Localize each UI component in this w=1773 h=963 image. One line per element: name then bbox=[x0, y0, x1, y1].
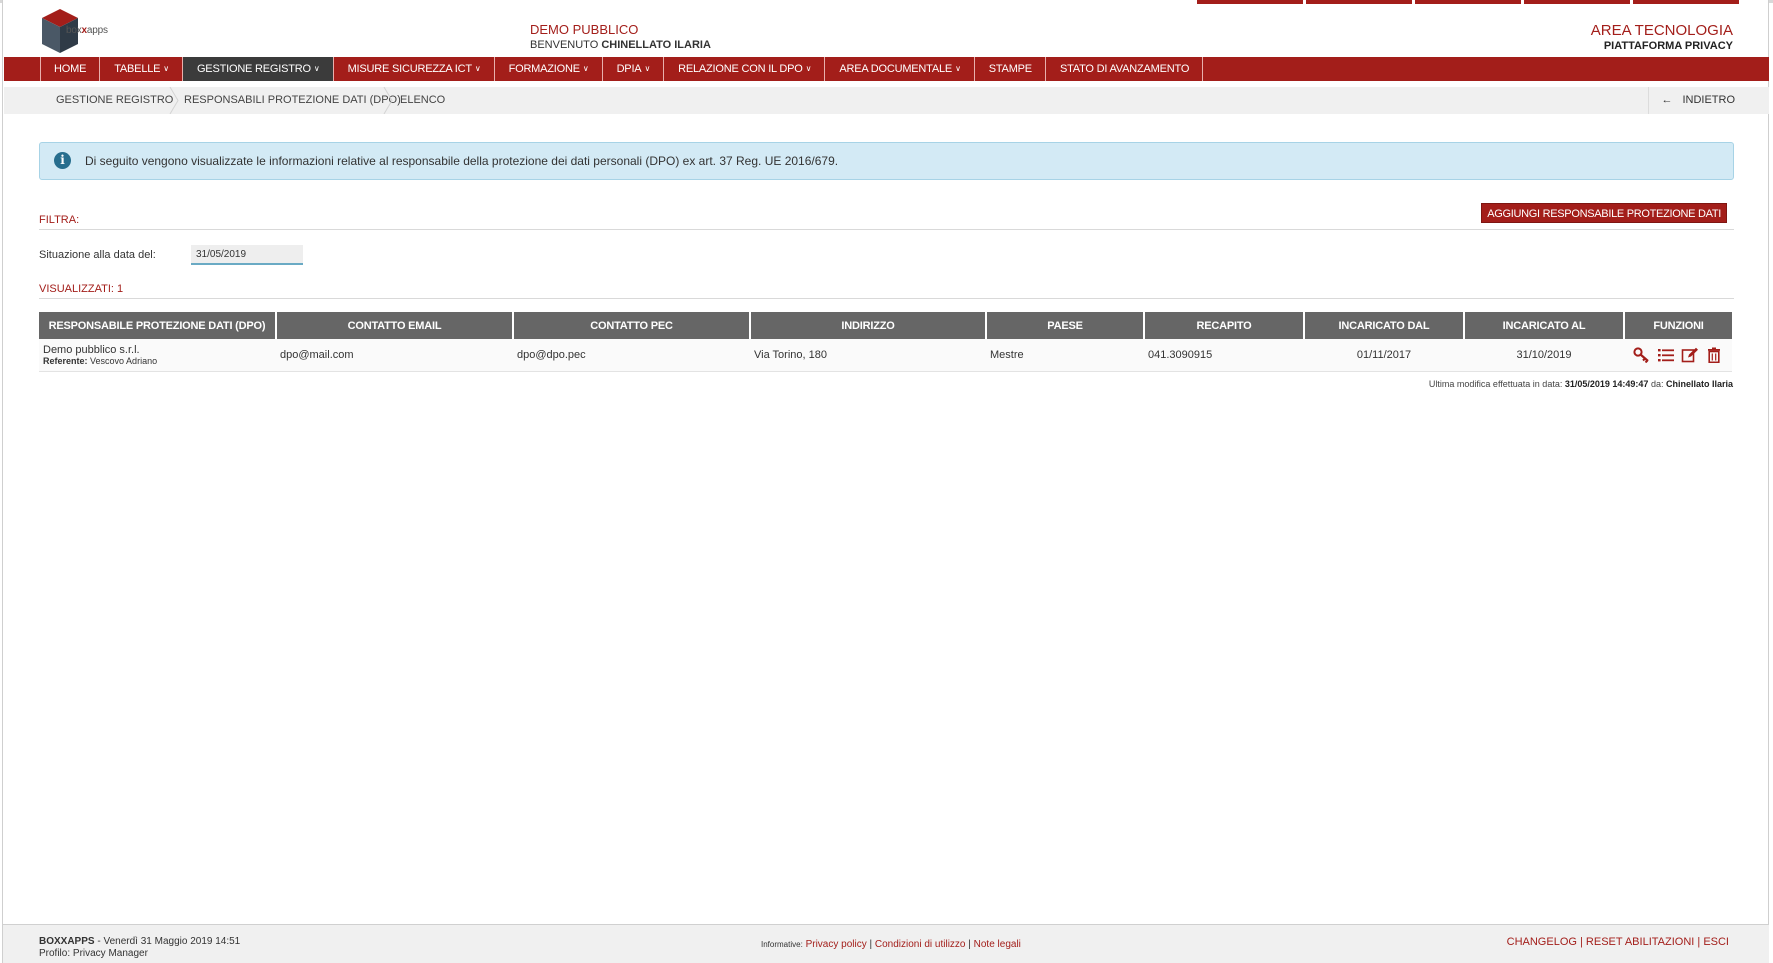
town-cell: Mestre bbox=[986, 339, 1144, 372]
nav-item-gestione-registro[interactable]: GESTIONE REGISTRO ∨ bbox=[182, 57, 334, 81]
list-icon[interactable] bbox=[1657, 347, 1675, 363]
footer-session-info: BOXXAPPS - Venerdì 31 Maggio 2019 14:51 … bbox=[39, 936, 240, 960]
breadcrumb-item-gestione-registro[interactable]: GESTIONE REGISTRO bbox=[56, 87, 173, 114]
welcome-line: BENVENUTO CHINELLATO ILARIA bbox=[530, 39, 711, 51]
header-area-info: AREA TECNOLOGIA PIATTAFORMA PRIVACY bbox=[1591, 22, 1733, 52]
results-divider bbox=[39, 298, 1734, 299]
footer-legal-links: Informative: Privacy policy | Condizioni… bbox=[761, 939, 1021, 950]
terms-link[interactable]: Condizioni di utilizzo bbox=[875, 939, 966, 950]
nav-item-home[interactable]: HOME bbox=[40, 57, 101, 81]
nav-item-stato-avanzamento[interactable]: STATO DI AVANZAMENTO bbox=[1046, 57, 1204, 81]
dpo-table: RESPONSABILE PROTEZIONE DATI (DPO) CONTA… bbox=[39, 312, 1732, 372]
breadcrumb: GESTIONE REGISTRO RESPONSABILI PROTEZION… bbox=[4, 87, 1769, 114]
column-header[interactable]: CONTATTO PEC bbox=[513, 312, 751, 339]
nav-item-dpia[interactable]: DPIA ∨ bbox=[603, 57, 665, 81]
column-header[interactable]: PAESE bbox=[986, 312, 1145, 339]
nav-item-formazione[interactable]: FORMAZIONE ∨ bbox=[495, 57, 603, 81]
column-header[interactable]: RECAPITO bbox=[1144, 312, 1305, 339]
nav-item-relazione-dpo[interactable]: RELAZIONE CON IL DPO ∨ bbox=[664, 57, 826, 81]
column-header[interactable]: INCARICATO AL bbox=[1464, 312, 1625, 339]
main-nav: HOME TABELLE ∨ GESTIONE REGISTRO ∨ MISURE … bbox=[4, 57, 1769, 81]
column-header[interactable]: INCARICATO DAL bbox=[1304, 312, 1465, 339]
chevron-down-icon: ∨ bbox=[805, 64, 812, 73]
header: boxxapps DEMO PUBBLICO BENVENUTO CHINELL… bbox=[0, 3, 1773, 57]
chevron-down-icon: ∨ bbox=[582, 64, 589, 73]
date-filter-label: Situazione alla data del: bbox=[39, 249, 156, 261]
key-icon[interactable] bbox=[1633, 347, 1651, 363]
chevron-down-icon: ∨ bbox=[644, 64, 651, 73]
reset-permissions-link[interactable]: RESET ABILITAZIONI bbox=[1586, 936, 1694, 948]
nav-item-tabelle[interactable]: TABELLE ∨ bbox=[100, 57, 183, 81]
column-header: FUNZIONI bbox=[1624, 312, 1732, 339]
organization-name: DEMO PUBBLICO bbox=[530, 22, 639, 37]
filter-divider bbox=[39, 229, 1734, 230]
platform-name: PIATTAFORMA PRIVACY bbox=[1603, 40, 1733, 52]
table-header-row: RESPONSABILE PROTEZIONE DATI (DPO) CONTA… bbox=[39, 312, 1732, 339]
privacy-policy-link[interactable]: Privacy policy bbox=[806, 939, 867, 950]
breadcrumb-separator bbox=[169, 87, 179, 114]
logo-text: boxxapps bbox=[66, 25, 108, 36]
add-dpo-button[interactable]: AGGIUNGI RESPONSABILE PROTEZIONE DATI bbox=[1481, 203, 1727, 223]
column-header[interactable]: CONTATTO EMAIL bbox=[276, 312, 514, 339]
address-cell: Via Torino, 180 bbox=[750, 339, 986, 372]
chevron-down-icon: ∨ bbox=[313, 64, 320, 73]
pec-cell: dpo@dpo.pec bbox=[513, 339, 750, 372]
last-modified-note: Ultima modifica effettuata in data: 31/0… bbox=[1428, 379, 1733, 389]
trash-icon[interactable] bbox=[1705, 347, 1723, 363]
chevron-down-icon: ∨ bbox=[474, 64, 481, 73]
nav-item-stampe[interactable]: STAMPE bbox=[975, 57, 1046, 81]
dpo-referent: Referente: Vescovo Adriano bbox=[43, 355, 158, 366]
column-header[interactable]: INDIRIZZO bbox=[750, 312, 987, 339]
header-user-info: DEMO PUBBLICO BENVENUTO CHINELLATO ILARI… bbox=[530, 22, 711, 51]
changelog-link[interactable]: CHANGELOG bbox=[1507, 936, 1577, 948]
chevron-down-icon: ∨ bbox=[955, 64, 961, 73]
area-name: AREA TECNOLOGIA bbox=[1590, 22, 1733, 39]
info-alert: i Di seguito vengono visualizzate le inf… bbox=[39, 142, 1734, 180]
nav-item-misure-sicurezza-ict[interactable]: MISURE SICUREZZA ICT ∨ bbox=[334, 57, 495, 81]
functions-cell bbox=[1624, 339, 1732, 372]
edit-icon[interactable] bbox=[1681, 347, 1699, 363]
phone-cell: 041.3090915 bbox=[1144, 339, 1304, 372]
logout-link[interactable]: ESCI bbox=[1703, 936, 1729, 948]
filter-title: FILTRA: bbox=[39, 214, 80, 226]
table-row: Demo pubblico s.r.l. Referente: Vescovo … bbox=[39, 339, 1732, 372]
results-count: VISUALIZZATI: 1 bbox=[39, 283, 124, 295]
user-name: CHINELLATO ILARIA bbox=[601, 39, 711, 51]
to-date-cell: 31/10/2019 bbox=[1464, 339, 1624, 372]
date-filter-input[interactable] bbox=[191, 245, 303, 265]
arrow-left-icon: ← bbox=[1661, 94, 1673, 106]
dpo-cell: Demo pubblico s.r.l. Referente: Vescovo … bbox=[39, 339, 276, 372]
from-date-cell: 01/11/2017 bbox=[1304, 339, 1464, 372]
footer: BOXXAPPS - Venerdì 31 Maggio 2019 14:51 … bbox=[3, 924, 1769, 963]
footer-datetime: - Venerdì 31 Maggio 2019 14:51 bbox=[94, 936, 241, 947]
legal-notes-link[interactable]: Note legali bbox=[974, 939, 1021, 950]
dpo-name: Demo pubblico s.r.l. bbox=[43, 343, 140, 356]
breadcrumb-separator bbox=[383, 87, 393, 114]
info-text: Di seguito vengono visualizzate le infor… bbox=[85, 154, 839, 168]
nav-item-area-documentale[interactable]: AREA DOCUMENTALE ∨ bbox=[825, 57, 975, 81]
info-icon: i bbox=[54, 152, 71, 169]
breadcrumb-item-responsabili[interactable]: RESPONSABILI PROTEZIONE DATI (DPO) bbox=[184, 87, 401, 114]
email-cell: dpo@mail.com bbox=[276, 339, 513, 372]
chevron-down-icon: ∨ bbox=[163, 64, 169, 73]
column-header[interactable]: RESPONSABILE PROTEZIONE DATI (DPO) bbox=[39, 312, 277, 339]
footer-profile: Profilo: Privacy Manager bbox=[39, 948, 148, 959]
footer-brand: BOXXAPPS bbox=[39, 936, 95, 947]
footer-actions: CHANGELOG | RESET ABILITAZIONI | ESCI bbox=[1506, 936, 1729, 948]
back-button[interactable]: ← INDIETRO bbox=[1648, 87, 1769, 114]
breadcrumb-item-elenco: ELENCO bbox=[400, 94, 446, 106]
